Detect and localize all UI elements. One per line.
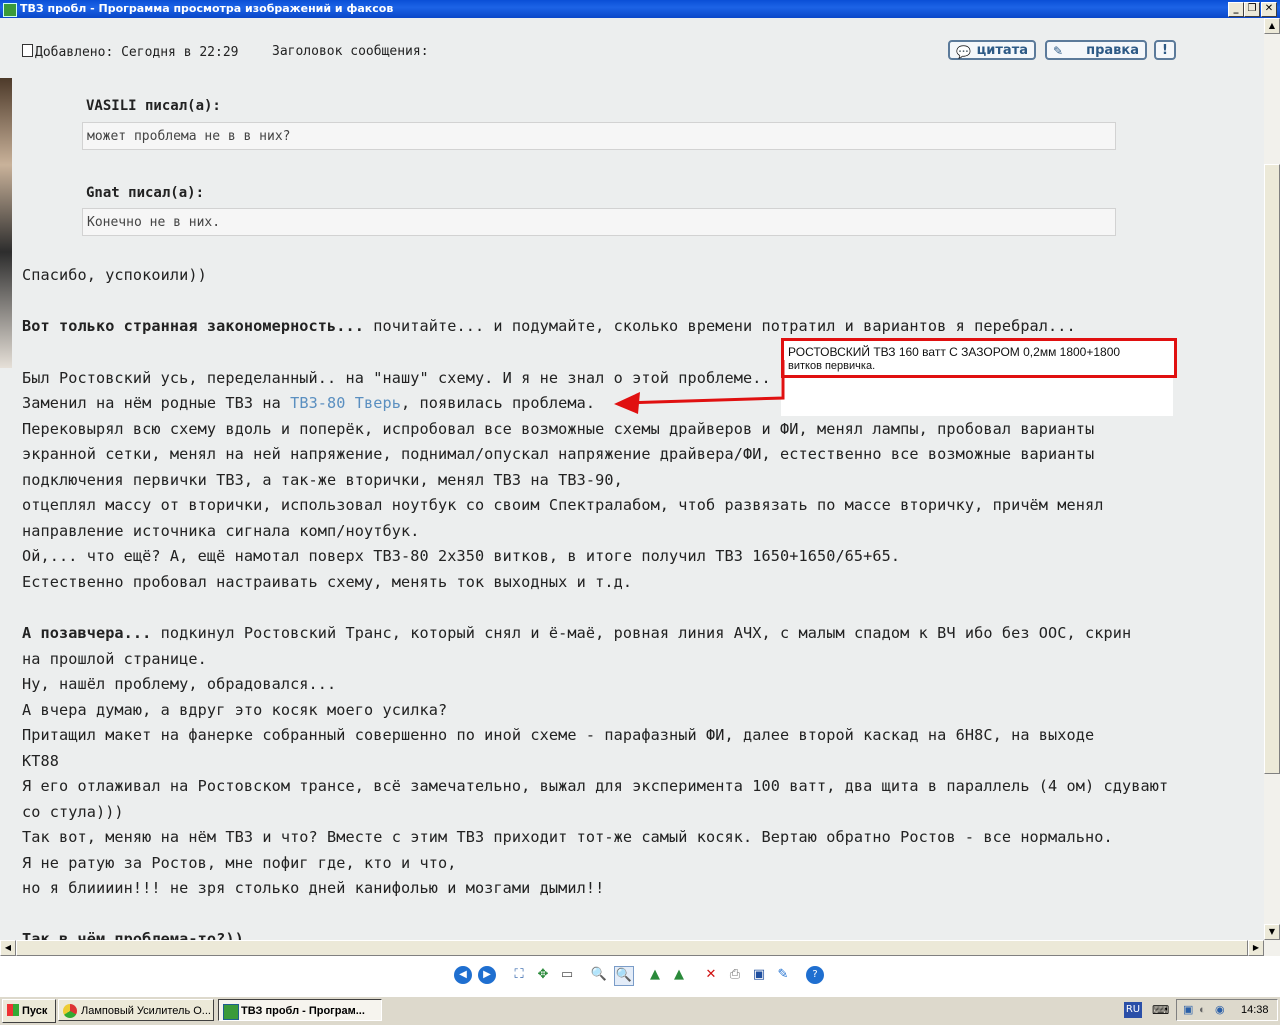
edit-button-label: правка xyxy=(1086,43,1139,58)
post-line: со стула))) xyxy=(22,803,124,821)
horizontal-scrollbar[interactable]: ◀ ▶ xyxy=(0,940,1280,956)
post-line: КТ88 xyxy=(22,752,59,770)
edit-pencil-icon: ✎ xyxy=(1053,44,1064,58)
post-added-text: Добавлено: Сегодня в 22:29 xyxy=(35,45,239,60)
restore-button[interactable]: ❐ xyxy=(1244,2,1260,17)
post-bold-text: А позавчера... xyxy=(22,624,152,642)
viewer-toolbar: ◀ ▶ ⛶ ✥ ▭ 🔍 🔍 ▲ ▲ ✕ ⎙ ▣ ✎ ? xyxy=(0,956,1280,996)
delete-icon[interactable]: ✕ xyxy=(702,966,720,984)
quote-box: может проблема не в в них? xyxy=(82,122,1116,150)
post-subject: Заголовок сообщения: xyxy=(272,44,429,59)
quote-author: Gnat писал(а): xyxy=(86,185,205,201)
window-title-bar[interactable]: ТВЗ пробл - Программа просмотра изображе… xyxy=(0,0,1280,18)
post-line: направление источника сигнала комп/ноутб… xyxy=(22,522,420,540)
rotate-counterclockwise-icon[interactable]: ▲ xyxy=(670,966,688,984)
taskbar-item-browser[interactable]: Ламповый Усилитель О... xyxy=(58,999,214,1021)
network-icon[interactable]: ▣ xyxy=(1183,1000,1193,1020)
post-text: почитайте... и подумайте, сколько времен… xyxy=(364,317,1076,335)
scroll-left-icon[interactable]: ◀ xyxy=(0,940,16,956)
horizontal-scroll-thumb[interactable] xyxy=(16,940,1248,956)
post-line: Ой,... что ещё? А, ещё намотал поверх ТВ… xyxy=(22,547,901,565)
avatar-image-fragment xyxy=(0,78,12,368)
minimize-button[interactable]: _ xyxy=(1228,2,1244,17)
post-line: Естественно пробовал настраивать схему, … xyxy=(22,573,633,591)
zoom-out-icon[interactable]: 🔍 xyxy=(614,966,634,986)
clock[interactable]: 14:38 xyxy=(1241,1000,1269,1020)
post-line: Ну, нашёл проблему, обрадовался... xyxy=(22,675,337,693)
system-tray: ▣ ◐ ◉ 14:38 xyxy=(1176,999,1278,1021)
viewer-app-icon xyxy=(3,3,17,17)
post-added-date: Добавлено: Сегодня в 22:29 xyxy=(22,44,239,60)
actual-size-icon[interactable]: ✥ xyxy=(534,966,552,984)
start-button[interactable]: Пуск xyxy=(2,999,56,1023)
annotation-text: витков первичка. xyxy=(788,360,876,372)
help-icon[interactable]: ? xyxy=(806,966,824,984)
annotation-text: РОСТОВСКИЙ ТВЗ 160 ватт С ЗАЗОРОМ 0,2мм … xyxy=(788,345,1121,359)
post-line: Я не ратую за Ростов, мне пофиг где, кто… xyxy=(22,854,457,872)
windows-logo-icon xyxy=(7,1004,19,1016)
edit-image-icon[interactable]: ✎ xyxy=(774,966,792,984)
image-viewer-icon xyxy=(223,1004,239,1020)
post-line: А вчера думаю, а вдруг это косяк моего у… xyxy=(22,701,448,719)
keyboard-icon[interactable]: ⌨ xyxy=(1152,1003,1169,1017)
annotation-box: РОСТОВСКИЙ ТВЗ 160 ватт С ЗАЗОРОМ 0,2мм … xyxy=(781,338,1177,378)
annotation-arrow xyxy=(614,360,785,414)
post-line: Перековырял всю схему вдоль и поперёк, и… xyxy=(22,420,1095,438)
taskbar-item-label: ТВЗ пробл - Програм... xyxy=(241,1005,365,1017)
quote-box: Конечно не в них. xyxy=(82,208,1116,236)
language-indicator[interactable]: RU xyxy=(1124,1002,1142,1018)
start-label: Пуск xyxy=(22,1005,48,1017)
quote-button: 💬 цитата xyxy=(948,40,1036,60)
post-line: Так вот, меняю на нём ТВЗ и что? Вместе … xyxy=(22,828,1113,846)
chrome-icon xyxy=(63,1004,77,1018)
post-line: на прошлой странице. xyxy=(22,650,207,668)
post-line: Вот только странная закономерность... по… xyxy=(22,317,1076,335)
scroll-up-icon[interactable]: ▲ xyxy=(1264,18,1280,34)
close-button[interactable]: ✕ xyxy=(1261,2,1277,17)
scroll-down-icon[interactable]: ▼ xyxy=(1264,924,1280,940)
report-button: ! xyxy=(1154,40,1176,60)
best-fit-icon[interactable]: ⛶ xyxy=(510,966,528,984)
quote-bubble-icon: 💬 xyxy=(956,45,971,59)
post-line: но я блиииин!!! не зря столько дней кани… xyxy=(22,879,605,897)
post-line: Заменил на нём родные ТВЗ на ТВЗ-80 Твер… xyxy=(22,394,595,412)
zoom-in-icon[interactable]: 🔍 xyxy=(590,966,608,984)
post-line: Притащил макет на фанерке собранный сове… xyxy=(22,726,1095,744)
post-line: Я его отлаживал на Ростовском трансе, вс… xyxy=(22,777,1169,795)
taskbar-item-viewer[interactable]: ТВЗ пробл - Програм... xyxy=(218,999,382,1021)
vertical-scroll-thumb[interactable] xyxy=(1264,164,1280,774)
rotate-clockwise-icon[interactable]: ▲ xyxy=(646,966,664,984)
print-icon[interactable]: ⎙ xyxy=(726,966,744,984)
post-line: Спасибо, успокоили)) xyxy=(22,266,207,284)
edit-button: ✎ правка xyxy=(1045,40,1147,60)
image-viewport[interactable]: Добавлено: Сегодня в 22:29 Заголовок соо… xyxy=(0,18,1264,940)
post-line: экранной сетки, менял на ней напряжение,… xyxy=(22,445,1095,463)
previous-image-icon[interactable]: ◀ xyxy=(454,966,472,984)
post-bold-text: Вот только странная закономерность... xyxy=(22,317,365,335)
scroll-right-icon[interactable]: ▶ xyxy=(1248,940,1264,956)
post-line: А позавчера... подкинул Ростовский Транс… xyxy=(22,624,1131,642)
window-title: ТВЗ пробл - Программа просмотра изображе… xyxy=(20,2,394,15)
save-icon[interactable]: ▣ xyxy=(750,966,768,984)
post-line: подключения первички ТВЗ, а так-же втори… xyxy=(22,471,623,489)
slideshow-icon[interactable]: ▭ xyxy=(558,966,576,984)
post-line: отцеплял массу от вторички, использовал … xyxy=(22,496,1104,514)
taskbar: Пуск Ламповый Усилитель О... ТВЗ пробл -… xyxy=(0,996,1280,1025)
post-text: Заменил на нём родные ТВЗ на xyxy=(22,394,291,412)
vertical-scrollbar[interactable]: ▲ ▼ xyxy=(1264,18,1280,940)
next-image-icon[interactable]: ▶ xyxy=(478,966,496,984)
post-text: , появилась проблема. xyxy=(401,394,596,412)
post-doc-icon xyxy=(22,44,33,57)
tray-app-icon[interactable]: ◉ xyxy=(1215,1000,1225,1020)
post-text: подкинул Ростовский Транс, который снял … xyxy=(151,624,1132,642)
quote-button-label: цитата xyxy=(976,43,1028,58)
taskbar-item-label: Ламповый Усилитель О... xyxy=(81,1005,211,1017)
post-link: ТВЗ-80 Тверь xyxy=(290,394,402,412)
volume-icon[interactable]: ◐ xyxy=(1199,1000,1206,1020)
quote-author: VASILI писал(а): xyxy=(86,98,221,114)
post-bold-text: Так в чём проблема-то?)) xyxy=(22,930,244,940)
post-line: Так в чём проблема-то?)) xyxy=(22,930,244,940)
